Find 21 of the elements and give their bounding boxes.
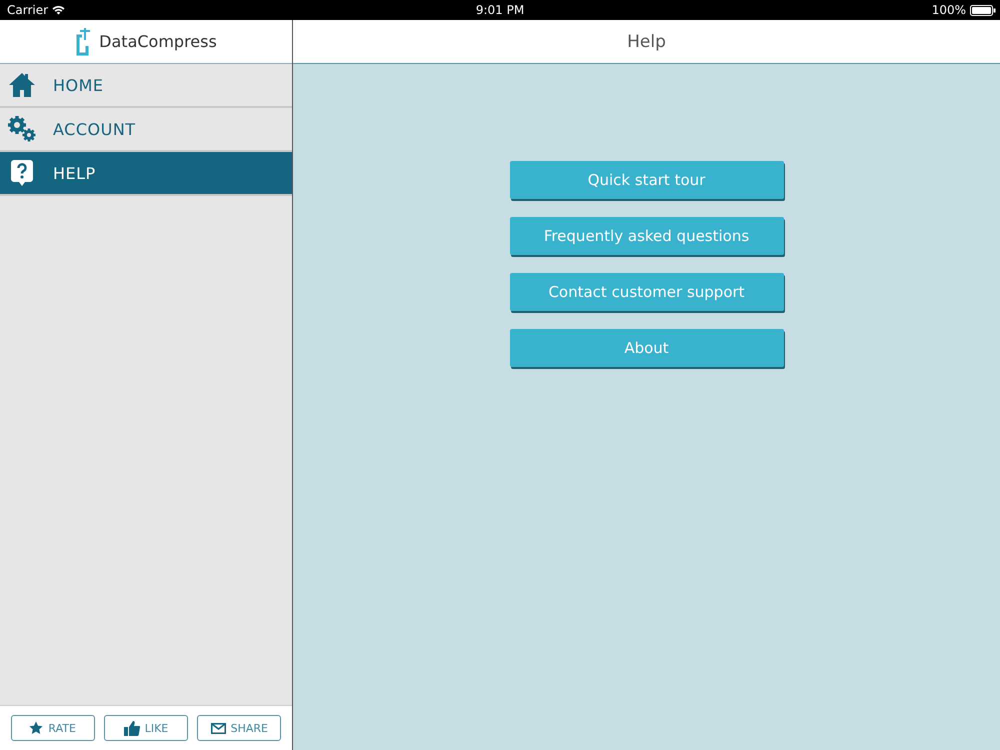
gears-icon: [7, 115, 37, 143]
help-option-button[interactable]: Frequently asked questions: [510, 217, 784, 255]
sidebar-item[interactable]: HOME: [0, 64, 292, 108]
house-icon: [7, 72, 37, 98]
app-logo-text: DataCompress: [99, 32, 217, 51]
help-option-button[interactable]: About: [510, 329, 784, 367]
envelope-icon: [210, 722, 226, 734]
star-icon: [29, 721, 44, 735]
clock-label: 9:01 PM: [476, 3, 524, 17]
carrier-label: Carrier: [7, 3, 48, 17]
battery-percentage: 100%: [932, 3, 966, 17]
help-option-button[interactable]: Contact customer support: [510, 273, 784, 311]
rate-button[interactable]: RATE: [10, 715, 95, 741]
page-title: Help: [627, 32, 666, 52]
like-button[interactable]: LIKE: [104, 715, 188, 741]
thumbs-up-icon: [124, 720, 140, 736]
help-option-button[interactable]: Quick start tour: [510, 161, 784, 199]
wifi-icon: [52, 5, 66, 15]
battery-icon: [970, 4, 996, 16]
sidebar-item[interactable]: HELP: [0, 152, 292, 196]
share-button[interactable]: SHARE: [197, 715, 282, 741]
